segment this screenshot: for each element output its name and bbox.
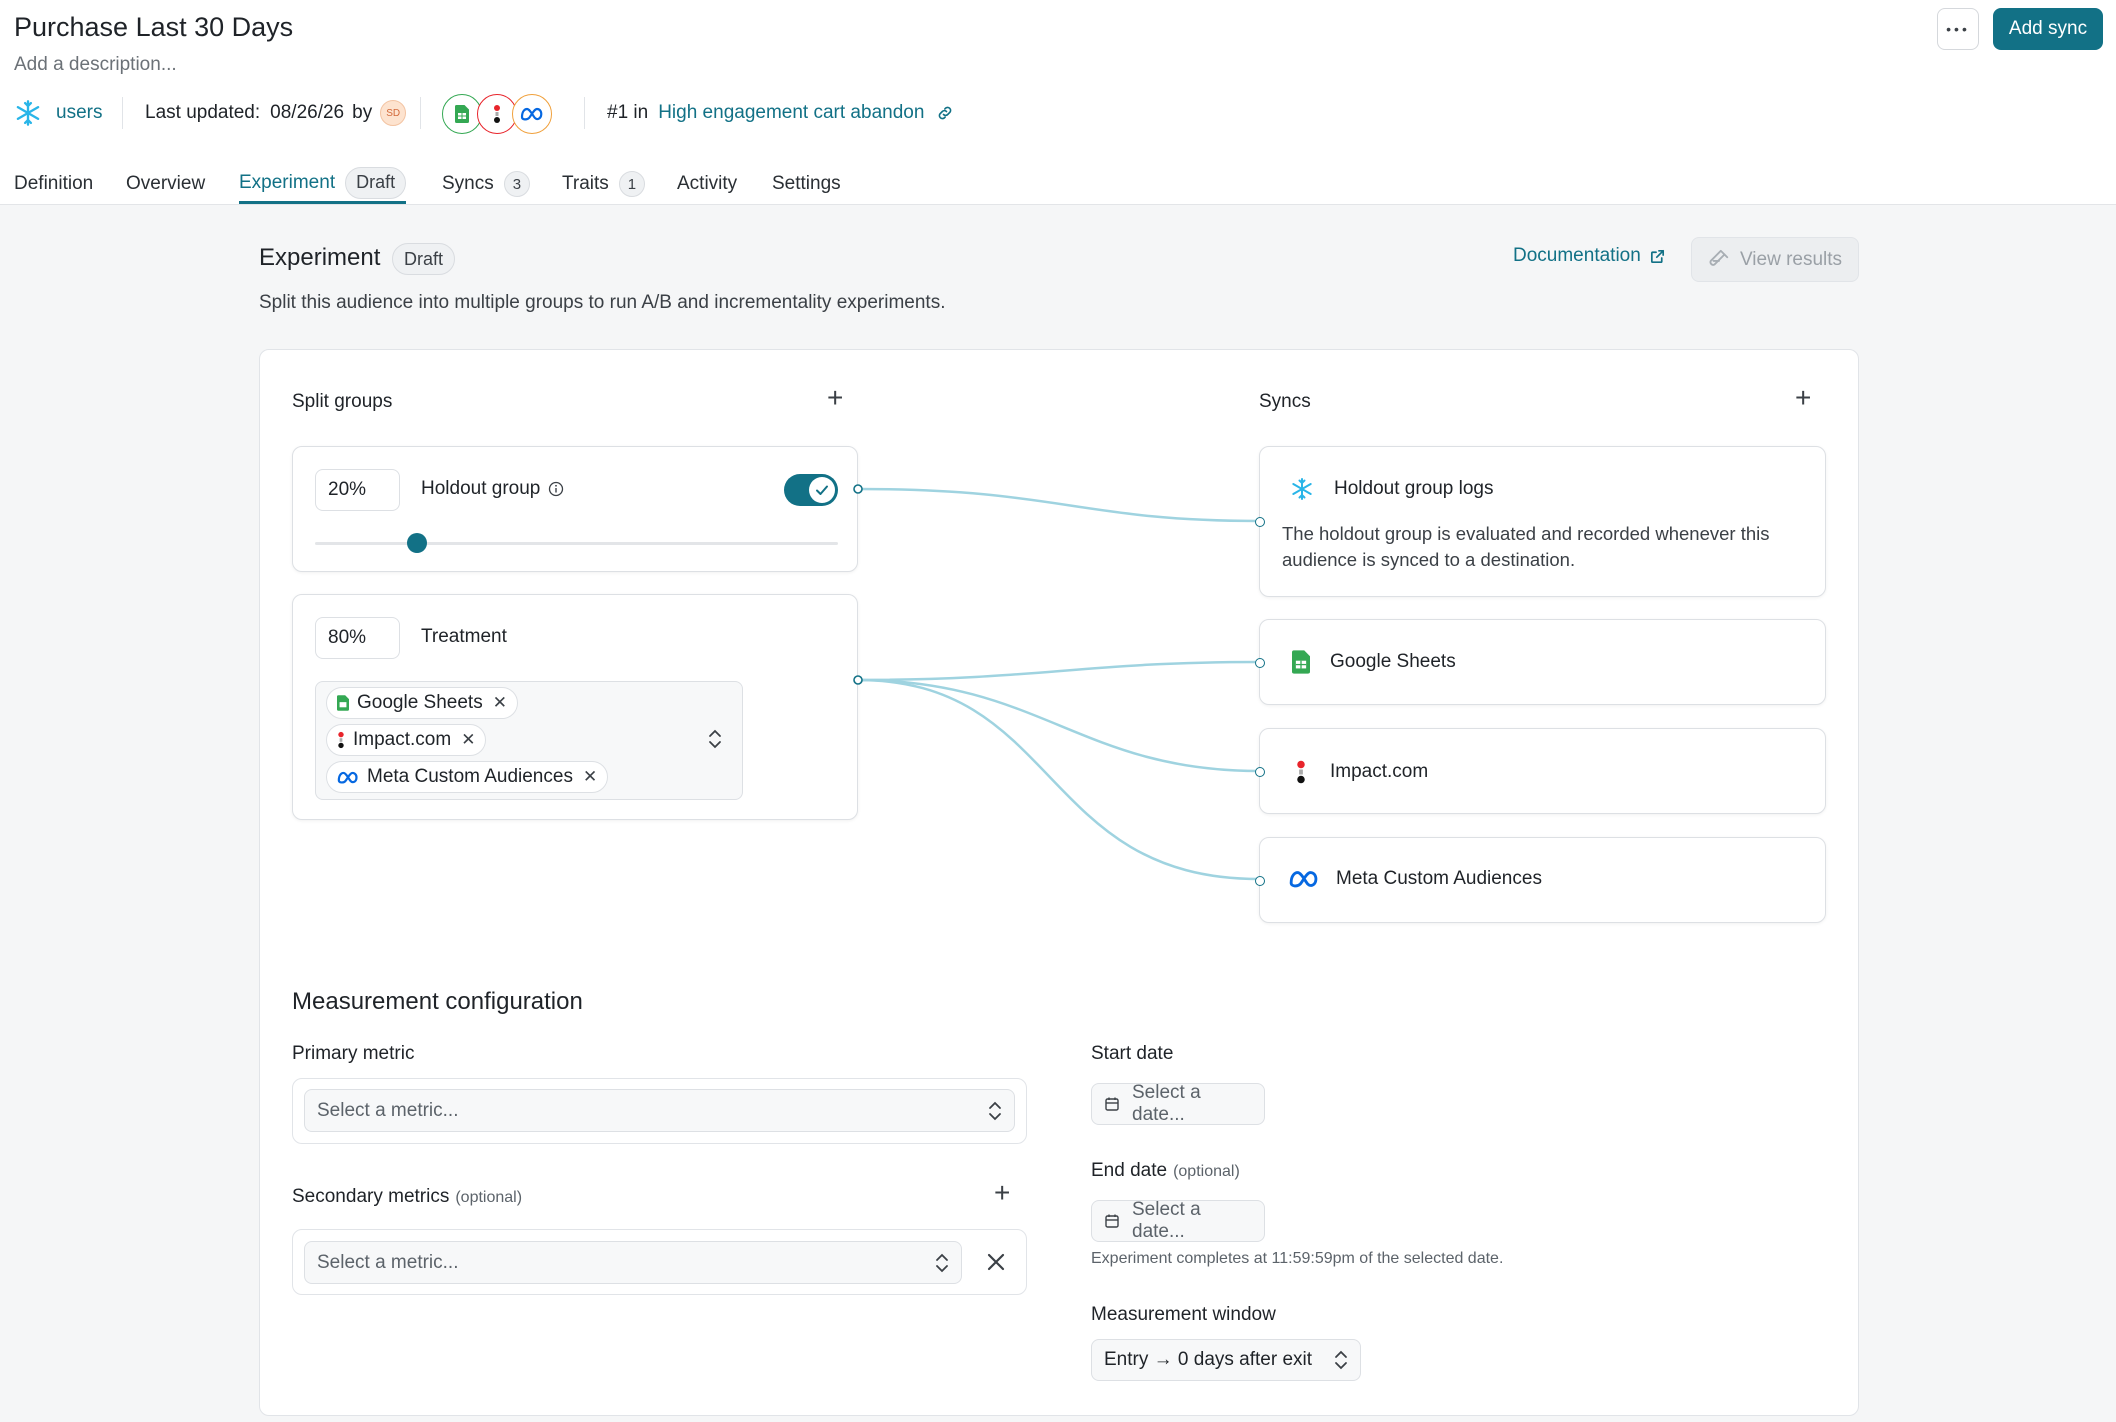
add-secondary-metric-icon[interactable]: +: [994, 1177, 1010, 1209]
secondary-metric-select[interactable]: Select a metric...: [304, 1241, 962, 1284]
sync-card[interactable]: Impact.com: [1255, 728, 1826, 814]
sync-name: Holdout group logs: [1334, 478, 1494, 499]
sync-name: Meta Custom Audiences: [1336, 868, 1542, 889]
chevron-updown-icon: [1334, 1349, 1348, 1371]
primary-metric-select[interactable]: Select a metric...: [304, 1089, 1015, 1132]
measurement-title: Measurement configuration: [292, 988, 583, 1015]
snowflake-icon: [1290, 477, 1314, 501]
end-date-picker[interactable]: Select a date...: [1091, 1199, 1265, 1242]
measurement-window-label: Measurement window: [1091, 1304, 1276, 1325]
end-date-hint: Experiment completes at 11:59:59pm of th…: [1091, 1250, 1504, 1267]
sync-card[interactable]: Holdout group logs The holdout group is …: [1255, 446, 1826, 597]
calendar-icon: [1104, 1096, 1120, 1112]
impact-icon: [1296, 759, 1306, 785]
select-placeholder: Select a metric...: [317, 1099, 459, 1121]
secondary-metrics-label: Secondary metrics: [292, 1186, 450, 1207]
connector-dot: [1255, 517, 1265, 527]
sync-card[interactable]: Google Sheets: [1255, 619, 1826, 705]
select-placeholder: Select a metric...: [317, 1251, 459, 1273]
date-placeholder: Select a date...: [1132, 1199, 1201, 1242]
start-date-picker[interactable]: Select a date...: [1091, 1082, 1265, 1125]
google-sheets-icon: [1292, 650, 1310, 674]
start-date-label: Start date: [1091, 1043, 1174, 1064]
primary-metric-wrapper: Select a metric...: [292, 1078, 1027, 1144]
window-value: Entry → 0 days after exit: [1104, 1349, 1313, 1370]
end-date-heading: End date (optional): [1091, 1160, 1240, 1182]
optional-label: (optional): [1173, 1163, 1240, 1180]
date-placeholder: Select a date...: [1132, 1082, 1201, 1125]
calendar-icon: [1104, 1213, 1120, 1229]
sync-description: The holdout group is evaluated and recor…: [1282, 523, 1770, 570]
sync-name: Google Sheets: [1330, 651, 1456, 672]
connector-dot: [1255, 767, 1265, 777]
optional-label: (optional): [455, 1189, 523, 1206]
remove-metric-icon[interactable]: [985, 1251, 1007, 1273]
chevron-updown-icon: [935, 1252, 949, 1274]
secondary-metric-wrapper: Select a metric...: [292, 1229, 1027, 1295]
primary-metric-label: Primary metric: [292, 1043, 415, 1064]
connector-dot: [1255, 876, 1265, 886]
meta-icon: [1288, 870, 1320, 888]
end-date-label: End date: [1091, 1160, 1168, 1181]
connector-dot: [1255, 658, 1265, 668]
sync-name: Impact.com: [1330, 761, 1429, 782]
sync-card[interactable]: Meta Custom Audiences: [1255, 837, 1826, 923]
connector-lines: [853, 484, 1260, 881]
chevron-updown-icon: [988, 1100, 1002, 1122]
measurement-window-select[interactable]: Entry → 0 days after exit: [1091, 1339, 1361, 1381]
secondary-metrics-heading: Secondary metrics (optional): [292, 1186, 522, 1208]
